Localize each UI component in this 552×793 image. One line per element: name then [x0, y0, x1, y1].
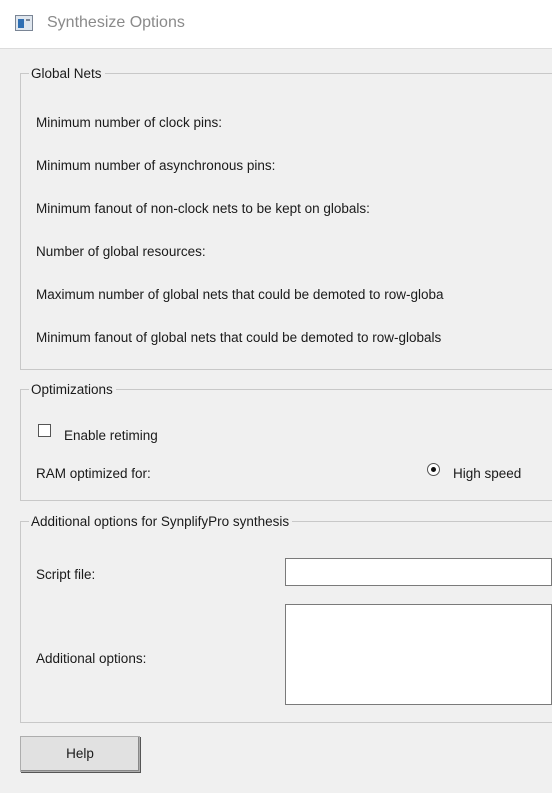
optimizations-legend: Optimizations	[31, 382, 113, 397]
min-async-pins-label: Minimum number of asynchronous pins:	[36, 158, 276, 173]
enable-retiming-label[interactable]: Enable retiming	[64, 428, 158, 443]
script-file-input[interactable]	[285, 558, 552, 586]
global-nets-legend: Global Nets	[31, 66, 102, 81]
app-window-icon	[15, 15, 33, 31]
high-speed-radio[interactable]	[427, 463, 440, 476]
enable-retiming-checkbox[interactable]	[38, 424, 51, 437]
title-bar: Synthesize Options	[0, 0, 552, 49]
min-fanout-nonclock-label: Minimum fanout of non-clock nets to be k…	[36, 201, 370, 216]
additional-options-label: Additional options:	[36, 651, 147, 666]
script-file-label: Script file:	[36, 567, 96, 582]
num-global-resources-label: Number of global resources:	[36, 244, 206, 259]
additional-options-legend: Additional options for SynplifyPro synth…	[31, 514, 290, 529]
global-nets-group: Global Nets	[20, 66, 552, 370]
help-button[interactable]: Help	[20, 736, 140, 772]
additional-options-textarea[interactable]	[285, 604, 552, 705]
min-clock-pins-label: Minimum number of clock pins:	[36, 115, 223, 130]
ram-optimized-label: RAM optimized for:	[36, 466, 151, 481]
window-title: Synthesize Options	[47, 14, 185, 31]
min-fanout-demoted-label: Minimum fanout of global nets that could…	[36, 330, 442, 345]
max-demoted-nets-label: Maximum number of global nets that could…	[36, 287, 444, 302]
high-speed-label[interactable]: High speed	[453, 466, 521, 481]
